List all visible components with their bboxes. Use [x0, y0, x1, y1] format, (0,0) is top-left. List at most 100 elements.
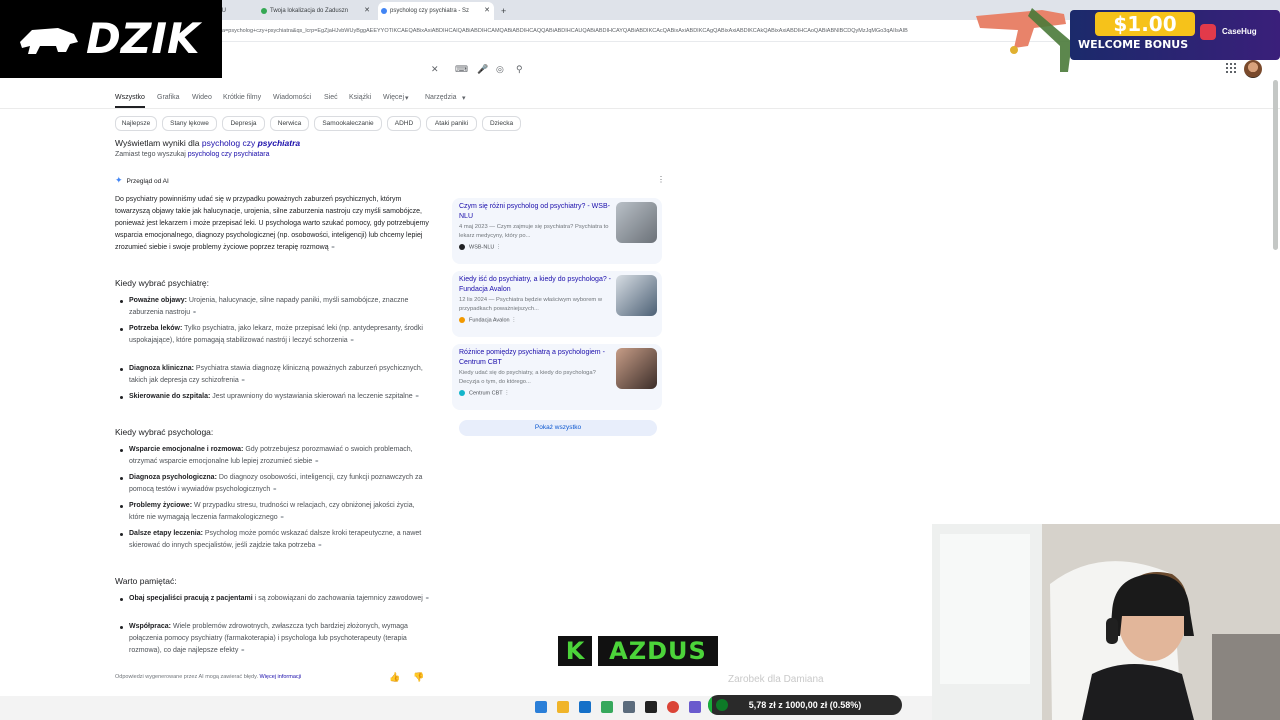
link-icon[interactable]: ⚭ — [331, 245, 336, 251]
ai-overview-header: ✦ Przegląd od AI — [115, 175, 169, 186]
link-icon[interactable]: ⚭ — [317, 543, 322, 549]
tab-news[interactable]: Wiadomości — [273, 94, 311, 101]
tab-images[interactable]: Grafika — [157, 94, 180, 101]
filter-chip[interactable]: Depresja — [222, 116, 265, 131]
search-icon[interactable]: ⚲ — [516, 62, 523, 76]
site-favicon-icon — [459, 317, 465, 323]
thumbs-up-icon[interactable]: 👍 — [389, 672, 400, 683]
bonus-brand: CaseHug — [1222, 27, 1257, 36]
avatar[interactable] — [1244, 60, 1262, 78]
tab-tools[interactable]: Narzędzia — [425, 94, 457, 101]
list-item: Diagnoza kliniczna: Psychiatra stawia di… — [120, 363, 430, 387]
scrollbar[interactable] — [1273, 80, 1278, 250]
original-query-link[interactable]: psycholog czy psychiatara — [188, 151, 270, 158]
site-favicon-icon — [459, 244, 465, 250]
list-item-text: i są zobowiązani do zachowania tajemnicy… — [254, 595, 423, 602]
ai-intro-text: Do psychiatry powinniśmy udać się w przy… — [115, 196, 429, 251]
link-icon[interactable]: ⚭ — [425, 596, 430, 602]
filter-chip[interactable]: Stany lękowe — [162, 116, 217, 131]
link-icon[interactable]: ⚭ — [241, 378, 246, 384]
list-item-text: Wiele problemów zdrowotnych, zwłaszcza t… — [129, 623, 408, 654]
folder-icon[interactable] — [557, 701, 569, 713]
spelling-prefix: Wyświetlam wyniki dla — [115, 138, 200, 148]
list-item-label: Dalsze etapy leczenia: — [129, 530, 203, 537]
filter-chip[interactable]: Nerwica — [270, 116, 309, 131]
list-item: Skierowanie do szpitala: Jest uprawniony… — [120, 391, 430, 403]
link-icon[interactable]: ⚭ — [280, 515, 285, 521]
ai-disclaimer: Odpowiedzi wygenerowane przez AI mogą za… — [115, 674, 301, 680]
list-item-label: Poważne objawy: — [129, 297, 187, 304]
link-icon[interactable]: ⚭ — [415, 394, 420, 400]
close-tab-icon[interactable]: ✕ — [364, 2, 370, 20]
list-item-label: Skierowanie do szpitala: — [129, 393, 211, 400]
source-title[interactable]: Różnice pomiędzy psychiatrą a psychologi… — [459, 348, 611, 367]
filter-chip[interactable]: Ataki paniki — [426, 116, 477, 131]
filter-chip[interactable]: ADHD — [387, 116, 421, 131]
filter-chip[interactable]: Samookaleczanie — [314, 116, 382, 131]
lens-icon[interactable]: ◎ — [496, 62, 504, 76]
more-info-link[interactable]: Więcej informacji — [260, 674, 302, 680]
keyboard-icon[interactable]: ⌨ — [455, 62, 468, 76]
more-options-icon[interactable]: ⋮ — [504, 390, 510, 396]
close-icon[interactable]: ✕ — [431, 62, 439, 76]
apps-grid-icon[interactable] — [1226, 63, 1236, 73]
streamer-logo: DZIK — [0, 0, 222, 78]
browser-tab-active[interactable]: psycholog czy psychiatra - Sz ✕ — [378, 2, 494, 20]
webcam-image — [932, 524, 1280, 720]
instead-prefix: Zamiast tego wyszukaj — [115, 151, 186, 158]
source-title[interactable]: Kiedy iść do psychiatry, a kiedy do psyc… — [459, 275, 611, 294]
chrome-icon[interactable] — [667, 701, 679, 713]
app-icon[interactable] — [689, 701, 701, 713]
close-tab-icon[interactable]: ✕ — [484, 2, 490, 20]
app-icon[interactable] — [601, 701, 613, 713]
source-title[interactable]: Czym się różni psycholog od psychiatry? … — [459, 202, 611, 221]
list-item: Poważne objawy: Urojenia, halucynacje, s… — [120, 295, 430, 319]
corrected-query-link[interactable]: psycholog czy — [202, 138, 255, 148]
source-thumbnail — [616, 202, 657, 243]
list-item-label: Diagnoza psychologiczna: — [129, 474, 217, 481]
link-icon[interactable]: ⚭ — [272, 487, 277, 493]
original-query-suggestion: Zamiast tego wyszukaj psycholog czy psyc… — [115, 151, 269, 158]
browser-tab[interactable]: Twoja lokalizacja do Zaduszn ✕ — [258, 2, 374, 20]
tab-shorts[interactable]: Krótkie filmy — [223, 94, 261, 101]
url-text[interactable]: a=psycholog+czy+psychiatra&qs_lcrp=EgZja… — [222, 25, 1012, 37]
banner-text: AZDUS — [598, 636, 718, 666]
tab-books[interactable]: Książki — [349, 94, 371, 101]
list-item-label: Potrzeba leków: — [129, 325, 183, 332]
site-favicon-icon — [459, 390, 465, 396]
tab-web[interactable]: Sieć — [324, 94, 338, 101]
list-item-label: Problemy życiowe: — [129, 502, 193, 509]
new-tab-button[interactable]: + — [498, 2, 512, 20]
link-icon[interactable]: ⚭ — [314, 459, 319, 465]
tab-videos[interactable]: Wideo — [192, 94, 212, 101]
link-icon[interactable]: ⚭ — [350, 338, 355, 344]
section-heading: Warto pamiętać: — [115, 576, 177, 586]
goal-text: 5,78 zł z 1000,00 zł (0.58%) — [748, 700, 862, 710]
tab-all[interactable]: Wszystko — [115, 94, 145, 101]
tab-more[interactable]: Więcej — [383, 94, 404, 101]
filter-chip[interactable]: Najlepsze — [115, 116, 157, 131]
link-icon[interactable]: ⚭ — [192, 310, 197, 316]
list-item: Potrzeba leków: Tylko psychiatra, jako l… — [120, 323, 430, 347]
more-options-icon[interactable]: ⋮ — [511, 317, 517, 323]
more-options-icon[interactable]: ⋮ — [657, 175, 665, 184]
source-snippet: 12 lis 2024 — Psychiatra będzie właściwy… — [459, 297, 603, 312]
screen: EWU Twoja lokalizacja do Zaduszn ✕ psych… — [0, 0, 1280, 720]
mic-icon[interactable]: 🎤 — [477, 62, 488, 76]
show-all-button[interactable]: Pokaż wszystko — [459, 420, 657, 436]
filter-chip[interactable]: Dziecka — [482, 116, 521, 131]
outlook-icon[interactable] — [579, 701, 591, 713]
source-card[interactable]: Kiedy iść do psychiatry, a kiedy do psyc… — [452, 271, 662, 337]
source-site-name: WSB-NLU — [469, 244, 495, 251]
source-card[interactable]: Różnice pomiędzy psychiatrą a psychologi… — [452, 344, 662, 410]
source-site-name: Fundacja Avalon — [469, 317, 510, 324]
more-options-icon[interactable]: ⋮ — [496, 244, 502, 250]
thumbs-down-icon[interactable]: 👎 — [413, 672, 424, 683]
windows-start-icon[interactable] — [535, 701, 547, 713]
app-icon[interactable] — [645, 701, 657, 713]
source-card[interactable]: Czym się różni psycholog od psychiatry? … — [452, 198, 662, 264]
app-icon[interactable] — [623, 701, 635, 713]
kazdus-banner: K AZDUS — [556, 636, 718, 666]
corrected-word[interactable]: psychiatra — [258, 138, 301, 148]
link-icon[interactable]: ⚭ — [240, 648, 245, 654]
